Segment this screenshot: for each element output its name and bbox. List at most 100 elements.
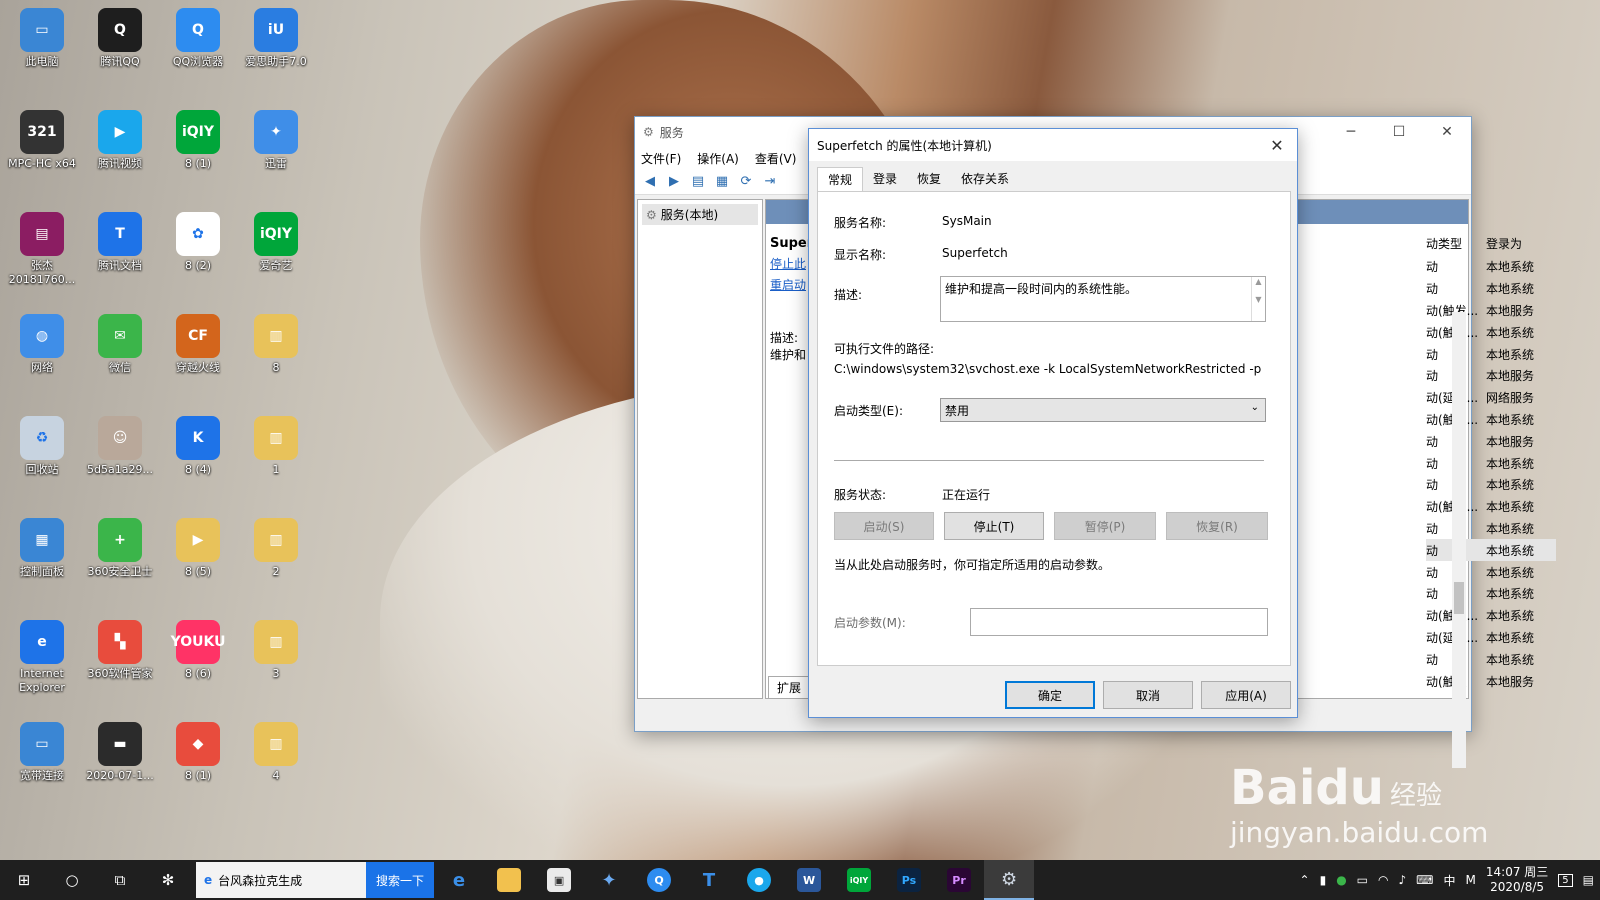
tab-general[interactable]: 常规 <box>817 167 864 191</box>
security-icon[interactable]: ● <box>1336 873 1346 887</box>
description-scrollbar[interactable]: ▲ ▼ <box>1251 277 1265 321</box>
tab-extended[interactable]: 扩展 <box>768 676 811 698</box>
scrollbar-thumb[interactable] <box>1454 582 1464 614</box>
task-view-icon[interactable]: ⧉ <box>96 860 144 900</box>
taskbar-tencent-docs[interactable]: T <box>684 860 734 900</box>
table-row[interactable]: 动本地系统 <box>1426 452 1556 474</box>
table-row[interactable]: 动本地系统 <box>1426 518 1556 540</box>
start-param-input[interactable] <box>970 608 1268 636</box>
table-row[interactable]: 动本地服务 <box>1426 365 1556 387</box>
menu-file[interactable]: 文件(F) <box>641 150 681 167</box>
taskbar-xunlei[interactable]: ✦ <box>584 860 634 900</box>
desktop-icon[interactable]: ◆ 8 (1) <box>160 722 236 783</box>
desktop-icon[interactable]: ▤ 张杰 20181760... <box>4 212 80 287</box>
properties-icon[interactable]: ▦ <box>711 172 733 192</box>
taskbar-services[interactable]: ⚙ <box>984 860 1035 900</box>
table-row[interactable]: 动本地系统 <box>1426 256 1556 278</box>
desktop-icon[interactable]: Q QQ浏览器 <box>160 8 236 69</box>
close-button[interactable]: ✕ <box>1423 124 1471 140</box>
refresh-icon[interactable]: ⟳ <box>735 172 757 192</box>
desktop-icon[interactable]: ▥ 8 <box>238 314 314 375</box>
taskbar-word[interactable]: W <box>784 860 834 900</box>
back-arrow-icon[interactable]: ◀ <box>639 172 661 192</box>
taskbar-photoshop[interactable]: Ps <box>884 860 934 900</box>
pinwheel-icon[interactable]: ✻ <box>144 860 192 900</box>
menu-view[interactable]: 查看(V) <box>755 150 797 167</box>
desktop-icon[interactable]: ✦ 迅雷 <box>238 110 314 171</box>
table-row[interactable]: 动(触发... 本地服务 <box>1426 300 1556 322</box>
col-startup-type[interactable]: 动类型 <box>1426 235 1486 252</box>
table-row[interactable]: 动(触发 本地服务 <box>1426 670 1556 692</box>
resume-button[interactable]: 恢复(R) <box>1166 512 1268 540</box>
search-button[interactable]: 搜索一下 <box>366 862 435 898</box>
desktop-icon[interactable]: Q 腾讯QQ <box>82 8 158 69</box>
action-center-icon[interactable]: ▤ <box>1583 873 1594 887</box>
wifi-icon[interactable]: ◠ <box>1378 873 1388 887</box>
desktop-icon[interactable]: ▶ 8 (5) <box>160 518 236 579</box>
table-row[interactable]: 动(触发...本地系统 <box>1426 605 1556 627</box>
desktop-icon[interactable]: iQIY 爱奇艺 <box>238 212 314 273</box>
desktop-icon[interactable]: ✿ 8 (2) <box>160 212 236 273</box>
taskbar-explorer[interactable] <box>484 860 534 900</box>
table-row[interactable]: 动(触发...本地系统 <box>1426 496 1556 518</box>
taskbar-store[interactable]: ▣ <box>534 860 584 900</box>
maximize-button[interactable]: ☐ <box>1375 124 1423 140</box>
cancel-button[interactable]: 取消 <box>1103 681 1193 709</box>
table-row[interactable]: 动(延迟...网络服务 <box>1426 387 1556 409</box>
table-row[interactable]: 动本地系统 <box>1426 583 1556 605</box>
table-row[interactable]: 动本地系统 <box>1426 343 1556 365</box>
desktop-icon[interactable]: ▦ 控制面板 <box>4 518 80 579</box>
desktop-icon[interactable]: iU 爱思助手7.0 <box>238 8 314 69</box>
table-row[interactable]: 动(触发...本地系统 <box>1426 409 1556 431</box>
pause-button[interactable]: 暂停(P) <box>1054 512 1156 540</box>
close-icon[interactable]: ✕ <box>1257 136 1297 155</box>
desktop-icon[interactable]: K 8 (4) <box>160 416 236 477</box>
start-button[interactable]: 启动(S) <box>834 512 934 540</box>
table-row[interactable]: 动本地系统 <box>1426 648 1556 670</box>
chevron-up-icon[interactable]: ⌃ <box>1300 873 1310 887</box>
desktop-icon[interactable]: ✉ 微信 <box>82 314 158 375</box>
keyboard-icon[interactable]: ⌨ <box>1416 873 1433 887</box>
console-tree-icon[interactable]: ▤ <box>687 172 709 192</box>
desktop-icon[interactable]: YOUKU 8 (6) <box>160 620 236 681</box>
ime-indicator[interactable]: 中 <box>1444 872 1456 889</box>
ok-button[interactable]: 确定 <box>1005 681 1095 709</box>
export-icon[interactable]: ⇥ <box>759 172 781 192</box>
table-row[interactable]: 动本地系统 <box>1426 539 1556 562</box>
desktop-icon[interactable]: T 腾讯文档 <box>82 212 158 273</box>
desktop-icon[interactable]: CF 穿越火线 <box>160 314 236 375</box>
desktop-icon[interactable]: ▭ 宽带连接 <box>4 722 80 783</box>
table-row[interactable]: 动(触发...本地系统 <box>1426 321 1556 343</box>
taskbar-qqbrowser[interactable]: Q <box>634 860 684 900</box>
tab-recovery[interactable]: 恢复 <box>907 167 951 191</box>
battery-icon[interactable]: ▭ <box>1357 873 1368 887</box>
services-scrollbar[interactable] <box>1452 312 1466 768</box>
tab-logon[interactable]: 登录 <box>863 167 907 191</box>
tab-dependencies[interactable]: 依存关系 <box>951 167 1019 191</box>
volume-icon[interactable]: ♪ <box>1399 873 1407 887</box>
startup-type-select[interactable]: 禁用 ⌄ <box>940 398 1266 422</box>
desktop-icon[interactable]: 321 MPC-HC x64 <box>4 110 80 171</box>
table-row[interactable]: 动本地服务 <box>1426 430 1556 452</box>
col-log-on-as[interactable]: 登录为 <box>1486 235 1522 252</box>
desktop-icon[interactable]: ▶ 腾讯视频 <box>82 110 158 171</box>
menu-action[interactable]: 操作(A) <box>697 150 739 167</box>
description-box[interactable]: 维护和提高一段时间内的系统性能。 ▲ ▼ <box>940 276 1266 322</box>
tree-item-services-local[interactable]: ⚙ 服务(本地) <box>642 204 758 225</box>
props-titlebar[interactable]: Superfetch 的属性(本地计算机) ✕ <box>809 129 1297 161</box>
notification-count[interactable]: 5 <box>1558 873 1573 887</box>
ime-mode[interactable]: M <box>1466 873 1476 887</box>
taskbar-edge[interactable]: e <box>434 860 484 900</box>
desktop-icon[interactable]: ▚ 360软件管家 <box>82 620 158 681</box>
desktop-icon[interactable]: ▥ 2 <box>238 518 314 579</box>
desktop-icon[interactable]: +360安全卫士 <box>82 518 158 579</box>
properties-dialog[interactable]: Superfetch 的属性(本地计算机) ✕ 常规 登录 恢复 依存关系 服务… <box>808 128 1298 718</box>
table-row[interactable]: 动本地系统 <box>1426 278 1556 300</box>
taskbar-premiere[interactable]: Pr <box>934 860 984 900</box>
desktop-icon[interactable]: e Internet Explorer <box>4 620 80 695</box>
search-box[interactable]: e 台风森拉克生成 <box>196 862 366 898</box>
desktop-icon[interactable]: ♻ 回收站 <box>4 416 80 477</box>
taskbar-iqiyi[interactable]: iQIY <box>834 860 884 900</box>
clock[interactable]: 14:07 周三 2020/8/5 <box>1486 865 1548 895</box>
table-row[interactable]: 动本地系统 <box>1426 474 1556 496</box>
